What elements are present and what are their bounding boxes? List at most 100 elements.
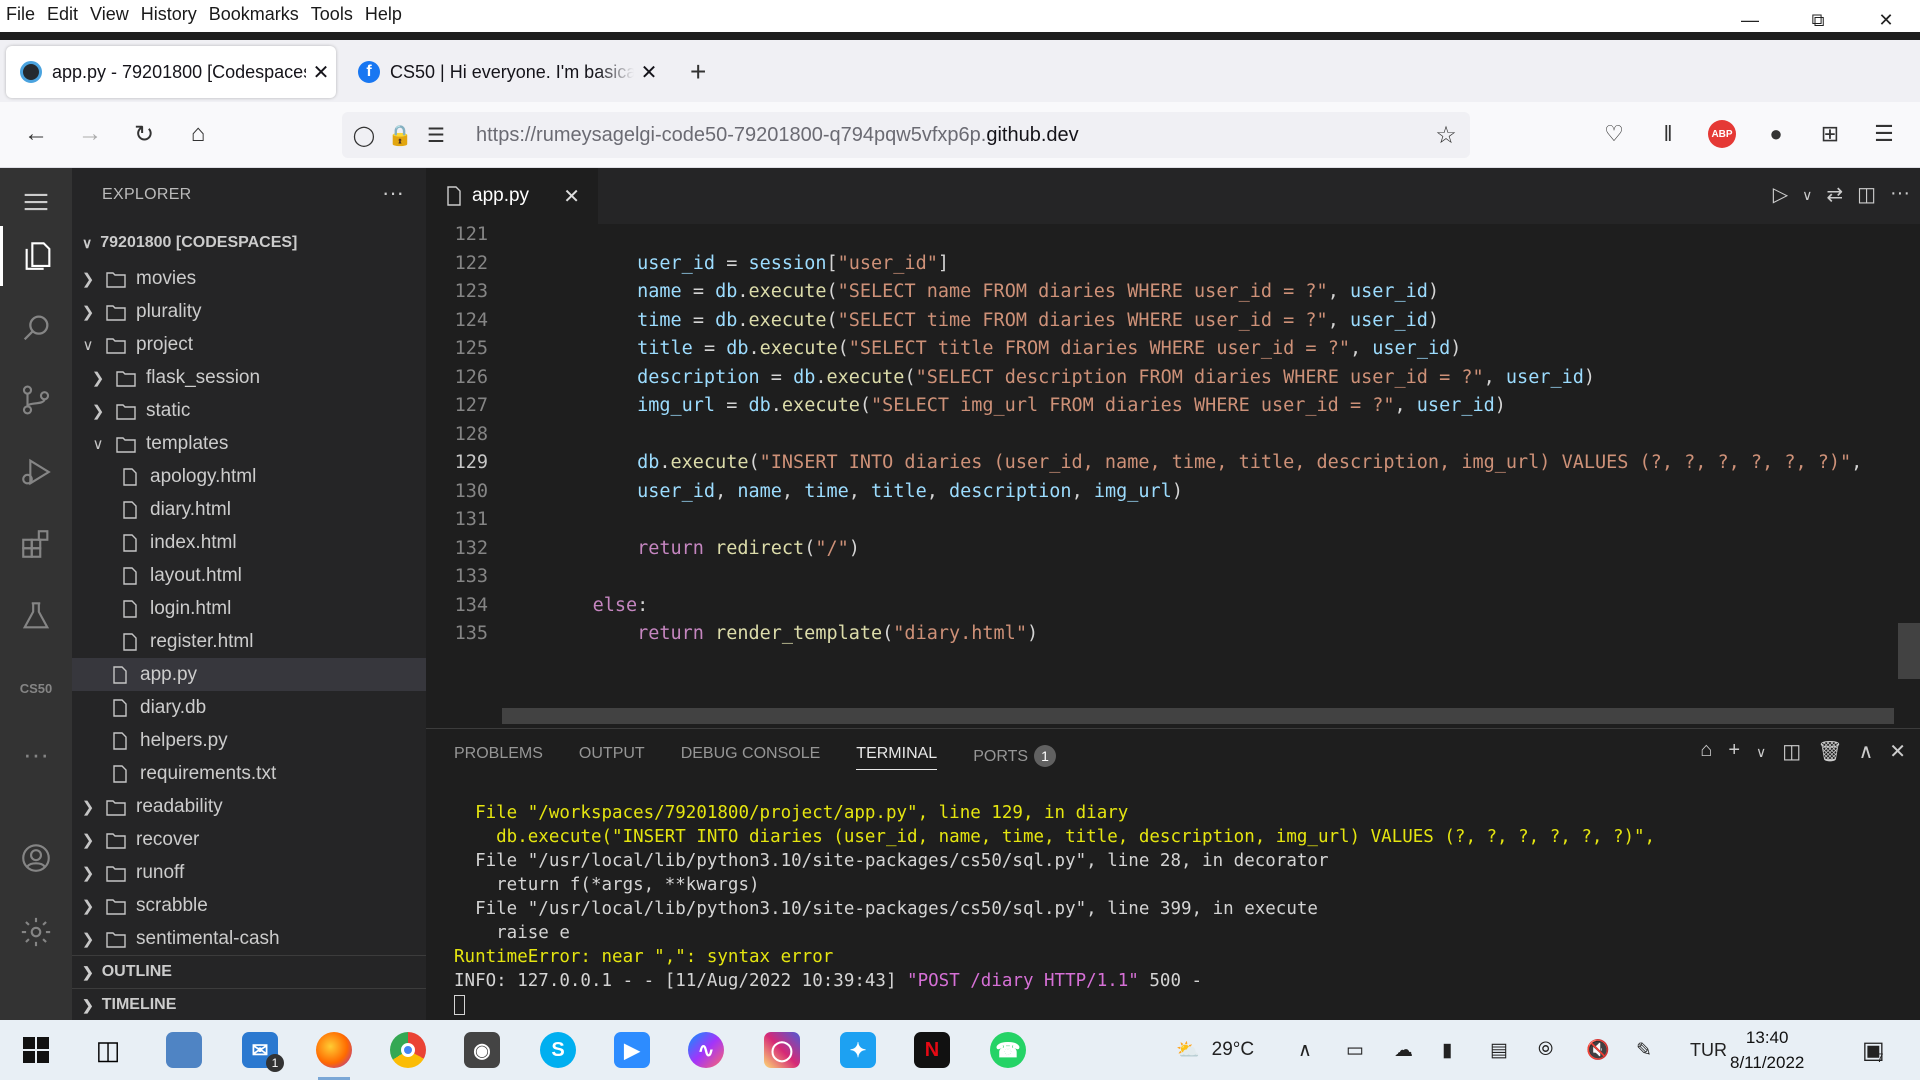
new-tab-button[interactable]: + [690,56,706,88]
code-line[interactable]: 126 description = db.execute("SELECT des… [426,367,1920,395]
restore-button[interactable]: ⧉ [1784,0,1852,40]
settings-gear-icon[interactable] [0,902,72,962]
folder-item[interactable]: ❯ readability [72,790,426,823]
weather-widget[interactable]: ⛅ 29°C [1176,1020,1254,1080]
home-button[interactable]: ⌂ [180,116,216,152]
account-icon[interactable] [0,828,72,888]
file-item[interactable]: index.html [72,526,426,559]
folder-item[interactable]: ❯ static [72,394,426,427]
code-line[interactable]: 127 img_url = db.execute("SELECT img_url… [426,395,1920,423]
adblock-icon[interactable]: ABP [1706,118,1738,150]
new-terminal-icon[interactable]: + [1728,739,1740,765]
tab-debug-console[interactable]: DEBUG CONSOLE [681,745,821,770]
code-line[interactable]: 128 [426,424,1920,452]
shield-icon[interactable]: ◯ [350,121,378,149]
source-control-icon[interactable] [0,370,72,430]
code-line[interactable]: 123 name = db.execute("SELECT name FROM … [426,281,1920,309]
extensions-icon[interactable] [0,514,72,574]
explorer-more-icon[interactable]: ··· [382,180,404,206]
code-editor[interactable]: 121 122 user_id = session["user_id"] 123 n… [426,224,1920,704]
workspace-root[interactable]: ∨ 79201800 [CODESPACES] [72,228,426,258]
tab-problems[interactable]: PROBLEMS [454,745,543,770]
forward-button[interactable]: → [72,116,108,152]
tray-chevron-up-icon[interactable]: ∧ [1298,1020,1312,1080]
chrome-app-icon[interactable] [386,1028,430,1072]
code-line[interactable]: 131 [426,509,1920,537]
crop-icon[interactable]: ⊞ [1814,118,1846,150]
code-line[interactable]: 134 else: [426,595,1920,623]
code-line[interactable]: 122 user_id = session["user_id"] [426,253,1920,281]
file-item[interactable]: helpers.py [72,724,426,757]
menu-view[interactable]: View [90,4,137,25]
library-icon[interactable]: ‖ [1652,118,1684,150]
outline-section[interactable]: ❯ OUTLINE [72,955,426,988]
chevron-down-icon[interactable]: ∨ [1802,182,1812,208]
onedrive-icon[interactable]: ☁ [1394,1020,1413,1080]
folder-item[interactable]: ❯ runoff [72,856,426,889]
tab-terminal[interactable]: TERMINAL [856,745,938,770]
split-terminal-icon[interactable]: ◫ [1782,739,1801,765]
folder-item[interactable]: ∨ templates [72,427,426,460]
menu-tools[interactable]: Tools [311,4,361,25]
extension-icon[interactable]: ● [1760,118,1792,150]
folder-item[interactable]: ∨ project [72,328,426,361]
instagram-app-icon[interactable]: ◯ [760,1028,804,1072]
whatsapp-app-icon[interactable]: ☎ [986,1028,1030,1072]
menu-help[interactable]: Help [365,4,410,25]
battery-icon[interactable]: ▮ [1442,1020,1452,1080]
maximize-panel-icon[interactable]: ∧ [1859,739,1874,765]
menu-bookmarks[interactable]: Bookmarks [209,4,307,25]
folder-item[interactable]: ❯ flask_session [72,361,426,394]
language-indicator[interactable]: TUR [1690,1020,1727,1080]
close-tab-icon[interactable]: ✕ [634,60,664,85]
twitter-app-icon[interactable]: ✦ [836,1028,880,1072]
code-line[interactable]: 129 db.execute("INSERT INTO diaries (use… [426,452,1920,480]
menu-icon[interactable] [0,172,72,232]
permissions-icon[interactable]: ☰ [422,121,450,149]
file-item[interactable]: login.html [72,592,426,625]
netflix-app-icon[interactable]: N [910,1028,954,1072]
notifications-icon[interactable]: ▣ 7 [1862,1020,1885,1080]
chevron-down-icon[interactable]: ∨ [1756,739,1766,765]
menu-history[interactable]: History [141,4,205,25]
pen-icon[interactable]: ✎ [1636,1020,1652,1080]
tray-device-icon[interactable]: ▭ [1346,1020,1364,1080]
explorer-app-icon[interactable] [162,1028,206,1072]
search-icon[interactable] [0,298,72,358]
volume-muted-icon[interactable]: 🔇 [1586,1020,1610,1080]
browser-tab-cs50[interactable]: f CS50 | Hi everyone. I'm basically ✕ [344,46,664,98]
minimize-button[interactable]: — [1716,0,1784,40]
clock[interactable]: 13:40 8/11/2022 [1730,1025,1804,1075]
url-bar[interactable]: ◯ 🔒 ☰ https://rumeysagelgi-code50-792018… [342,112,1470,158]
folder-item[interactable]: ❯ sentimental-cash [72,922,426,955]
explorer-icon[interactable] [0,226,72,286]
folder-item[interactable]: ❯ scrabble [72,889,426,922]
run-debug-icon[interactable] [0,442,72,502]
browser-tab-codespaces[interactable]: app.py - 79201800 [Codespaces ✕ [6,46,336,98]
tab-ports[interactable]: PORTS 1 [973,745,1057,770]
windows-start-icon[interactable] [14,1028,58,1072]
menu-file[interactable]: File [6,4,43,25]
close-window-button[interactable]: ✕ [1852,0,1920,40]
close-tab-icon[interactable]: ✕ [306,60,336,85]
hamburger-menu-icon[interactable]: ☰ [1868,118,1900,150]
file-item[interactable]: apology.html [72,460,426,493]
code-line[interactable]: 135 return render_template("diary.html") [426,623,1920,651]
testing-flask-icon[interactable] [0,586,72,646]
bookmark-star-icon[interactable]: ☆ [1432,121,1460,149]
horizontal-scrollbar[interactable] [502,708,1894,724]
terminal-output[interactable]: File "/workspaces/79201800/project/app.p… [454,803,1655,1019]
split-editor-icon[interactable]: ◫ [1857,182,1876,208]
compare-changes-icon[interactable]: ⇄ [1826,182,1843,208]
code-line[interactable]: 124 time = db.execute("SELECT time FROM … [426,310,1920,338]
folder-item[interactable]: ❯ recover [72,823,426,856]
vertical-scrollbar[interactable] [1898,623,1920,679]
reload-button[interactable]: ↻ [126,116,162,152]
file-item[interactable]: register.html [72,625,426,658]
pocket-icon[interactable]: ♡ [1598,118,1630,150]
close-panel-icon[interactable]: ✕ [1889,739,1906,765]
menu-edit[interactable]: Edit [47,4,86,25]
code-line[interactable]: 133 [426,566,1920,594]
cs50-icon[interactable]: CS50 [0,658,72,718]
task-view-icon[interactable]: ◫ [86,1028,130,1072]
